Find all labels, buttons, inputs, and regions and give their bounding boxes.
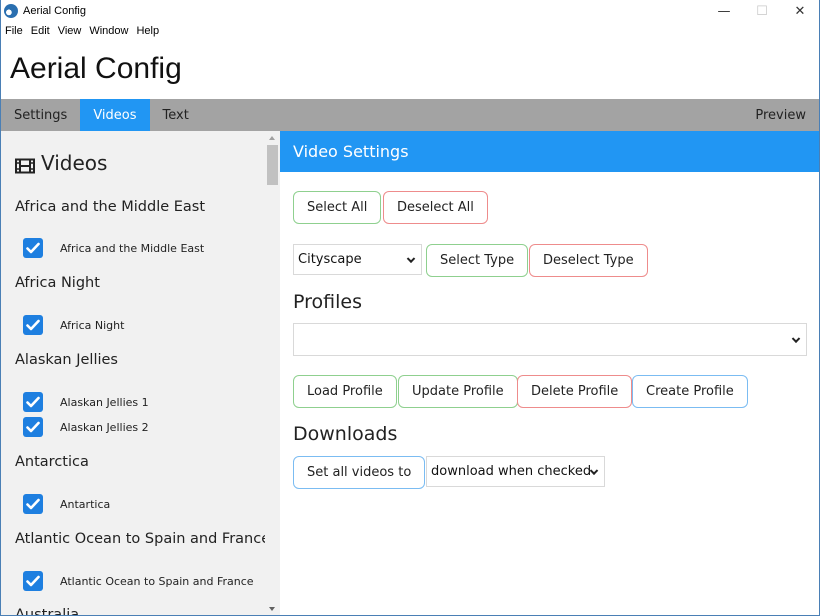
video-label: Atlantic Ocean to Spain and France bbox=[60, 574, 254, 588]
video-settings-panel: Video Settings Select All Deselect All C… bbox=[280, 131, 819, 615]
videos-sidebar: Videos Africa and the Middle East Africa… bbox=[1, 131, 280, 616]
tab-text[interactable]: Text bbox=[150, 99, 202, 131]
minimize-button[interactable]: — bbox=[705, 0, 743, 22]
chevron-down-icon bbox=[791, 334, 801, 343]
group-heading: Atlantic Ocean to Spain and France bbox=[15, 531, 271, 547]
scroll-down-arrow-icon[interactable] bbox=[269, 607, 275, 611]
menu-view[interactable]: View bbox=[58, 25, 82, 37]
video-label: Africa Night bbox=[60, 318, 125, 332]
update-profile-button[interactable]: Update Profile bbox=[398, 375, 518, 408]
film-icon bbox=[15, 155, 35, 174]
scrollbar-thumb[interactable] bbox=[267, 145, 278, 185]
tab-settings[interactable]: Settings bbox=[1, 99, 80, 131]
group-heading: Africa Night bbox=[15, 275, 100, 291]
deselect-type-button[interactable]: Deselect Type bbox=[529, 244, 648, 277]
video-checkbox[interactable] bbox=[23, 392, 43, 412]
create-profile-button[interactable]: Create Profile bbox=[632, 375, 748, 408]
video-checkbox[interactable] bbox=[23, 571, 43, 591]
menu-file[interactable]: File bbox=[5, 25, 23, 37]
video-type-value: Cityscape bbox=[298, 252, 362, 267]
sidebar-title: Videos bbox=[15, 151, 107, 175]
video-item[interactable]: Africa Night bbox=[23, 315, 124, 335]
video-checkbox[interactable] bbox=[23, 417, 43, 437]
profile-select[interactable] bbox=[293, 323, 807, 356]
video-label: Alaskan Jellies 1 bbox=[60, 395, 149, 409]
video-item[interactable]: Antartica bbox=[23, 494, 110, 514]
menu-edit[interactable]: Edit bbox=[31, 25, 50, 37]
window-controls: — ☐ ✕ bbox=[705, 0, 819, 22]
video-label: Africa and the Middle East bbox=[60, 241, 205, 255]
app-window: Aerial Config — ☐ ✕ File Edit View Windo… bbox=[0, 0, 820, 616]
menu-bar: File Edit View Window Help bbox=[1, 22, 167, 40]
menu-help[interactable]: Help bbox=[136, 25, 159, 37]
group-heading: Alaskan Jellies bbox=[15, 352, 118, 368]
close-button[interactable]: ✕ bbox=[781, 0, 819, 22]
video-checkbox[interactable] bbox=[23, 238, 43, 258]
scroll-up-arrow-icon[interactable] bbox=[269, 136, 275, 140]
window-title: Aerial Config bbox=[23, 5, 86, 17]
video-item[interactable]: Africa and the Middle East bbox=[23, 238, 204, 258]
select-type-button[interactable]: Select Type bbox=[426, 244, 529, 277]
tab-videos[interactable]: Videos bbox=[80, 99, 150, 131]
page-title: Aerial Config bbox=[10, 52, 182, 85]
video-item[interactable]: Alaskan Jellies 2 bbox=[23, 417, 149, 437]
deselect-all-button[interactable]: Deselect All bbox=[383, 191, 488, 224]
delete-profile-button[interactable]: Delete Profile bbox=[517, 375, 633, 408]
download-mode-select[interactable]: download when checked bbox=[426, 456, 605, 487]
menu-window[interactable]: Window bbox=[89, 25, 128, 37]
select-all-button[interactable]: Select All bbox=[293, 191, 382, 224]
sidebar-title-text: Videos bbox=[41, 151, 108, 175]
downloads-heading: Downloads bbox=[293, 423, 398, 445]
chevron-down-icon bbox=[406, 254, 416, 263]
profiles-heading: Profiles bbox=[293, 291, 362, 313]
nav-bar: Settings Videos Text Preview bbox=[1, 99, 819, 131]
download-mode-value: download when checked bbox=[431, 464, 592, 479]
app-logo-icon bbox=[4, 4, 18, 18]
panel-header: Video Settings bbox=[280, 131, 819, 172]
video-item[interactable]: Atlantic Ocean to Spain and France bbox=[23, 571, 254, 591]
set-all-videos-button[interactable]: Set all videos to bbox=[293, 456, 426, 489]
load-profile-button[interactable]: Load Profile bbox=[293, 375, 397, 408]
tab-preview[interactable]: Preview bbox=[742, 99, 819, 131]
video-label: Alaskan Jellies 2 bbox=[60, 420, 149, 434]
group-heading: Africa and the Middle East bbox=[15, 199, 206, 215]
group-heading: Australia bbox=[15, 607, 80, 616]
video-label: Antartica bbox=[60, 497, 111, 511]
video-checkbox[interactable] bbox=[23, 494, 43, 514]
video-checkbox[interactable] bbox=[23, 315, 43, 335]
video-item[interactable]: Alaskan Jellies 1 bbox=[23, 392, 149, 412]
group-heading: Antarctica bbox=[15, 454, 89, 470]
video-type-select[interactable]: Cityscape bbox=[293, 244, 422, 275]
maximize-button[interactable]: ☐ bbox=[743, 0, 781, 22]
sidebar-scrollbar[interactable] bbox=[265, 131, 280, 615]
title-bar: Aerial Config — ☐ ✕ bbox=[1, 0, 819, 22]
